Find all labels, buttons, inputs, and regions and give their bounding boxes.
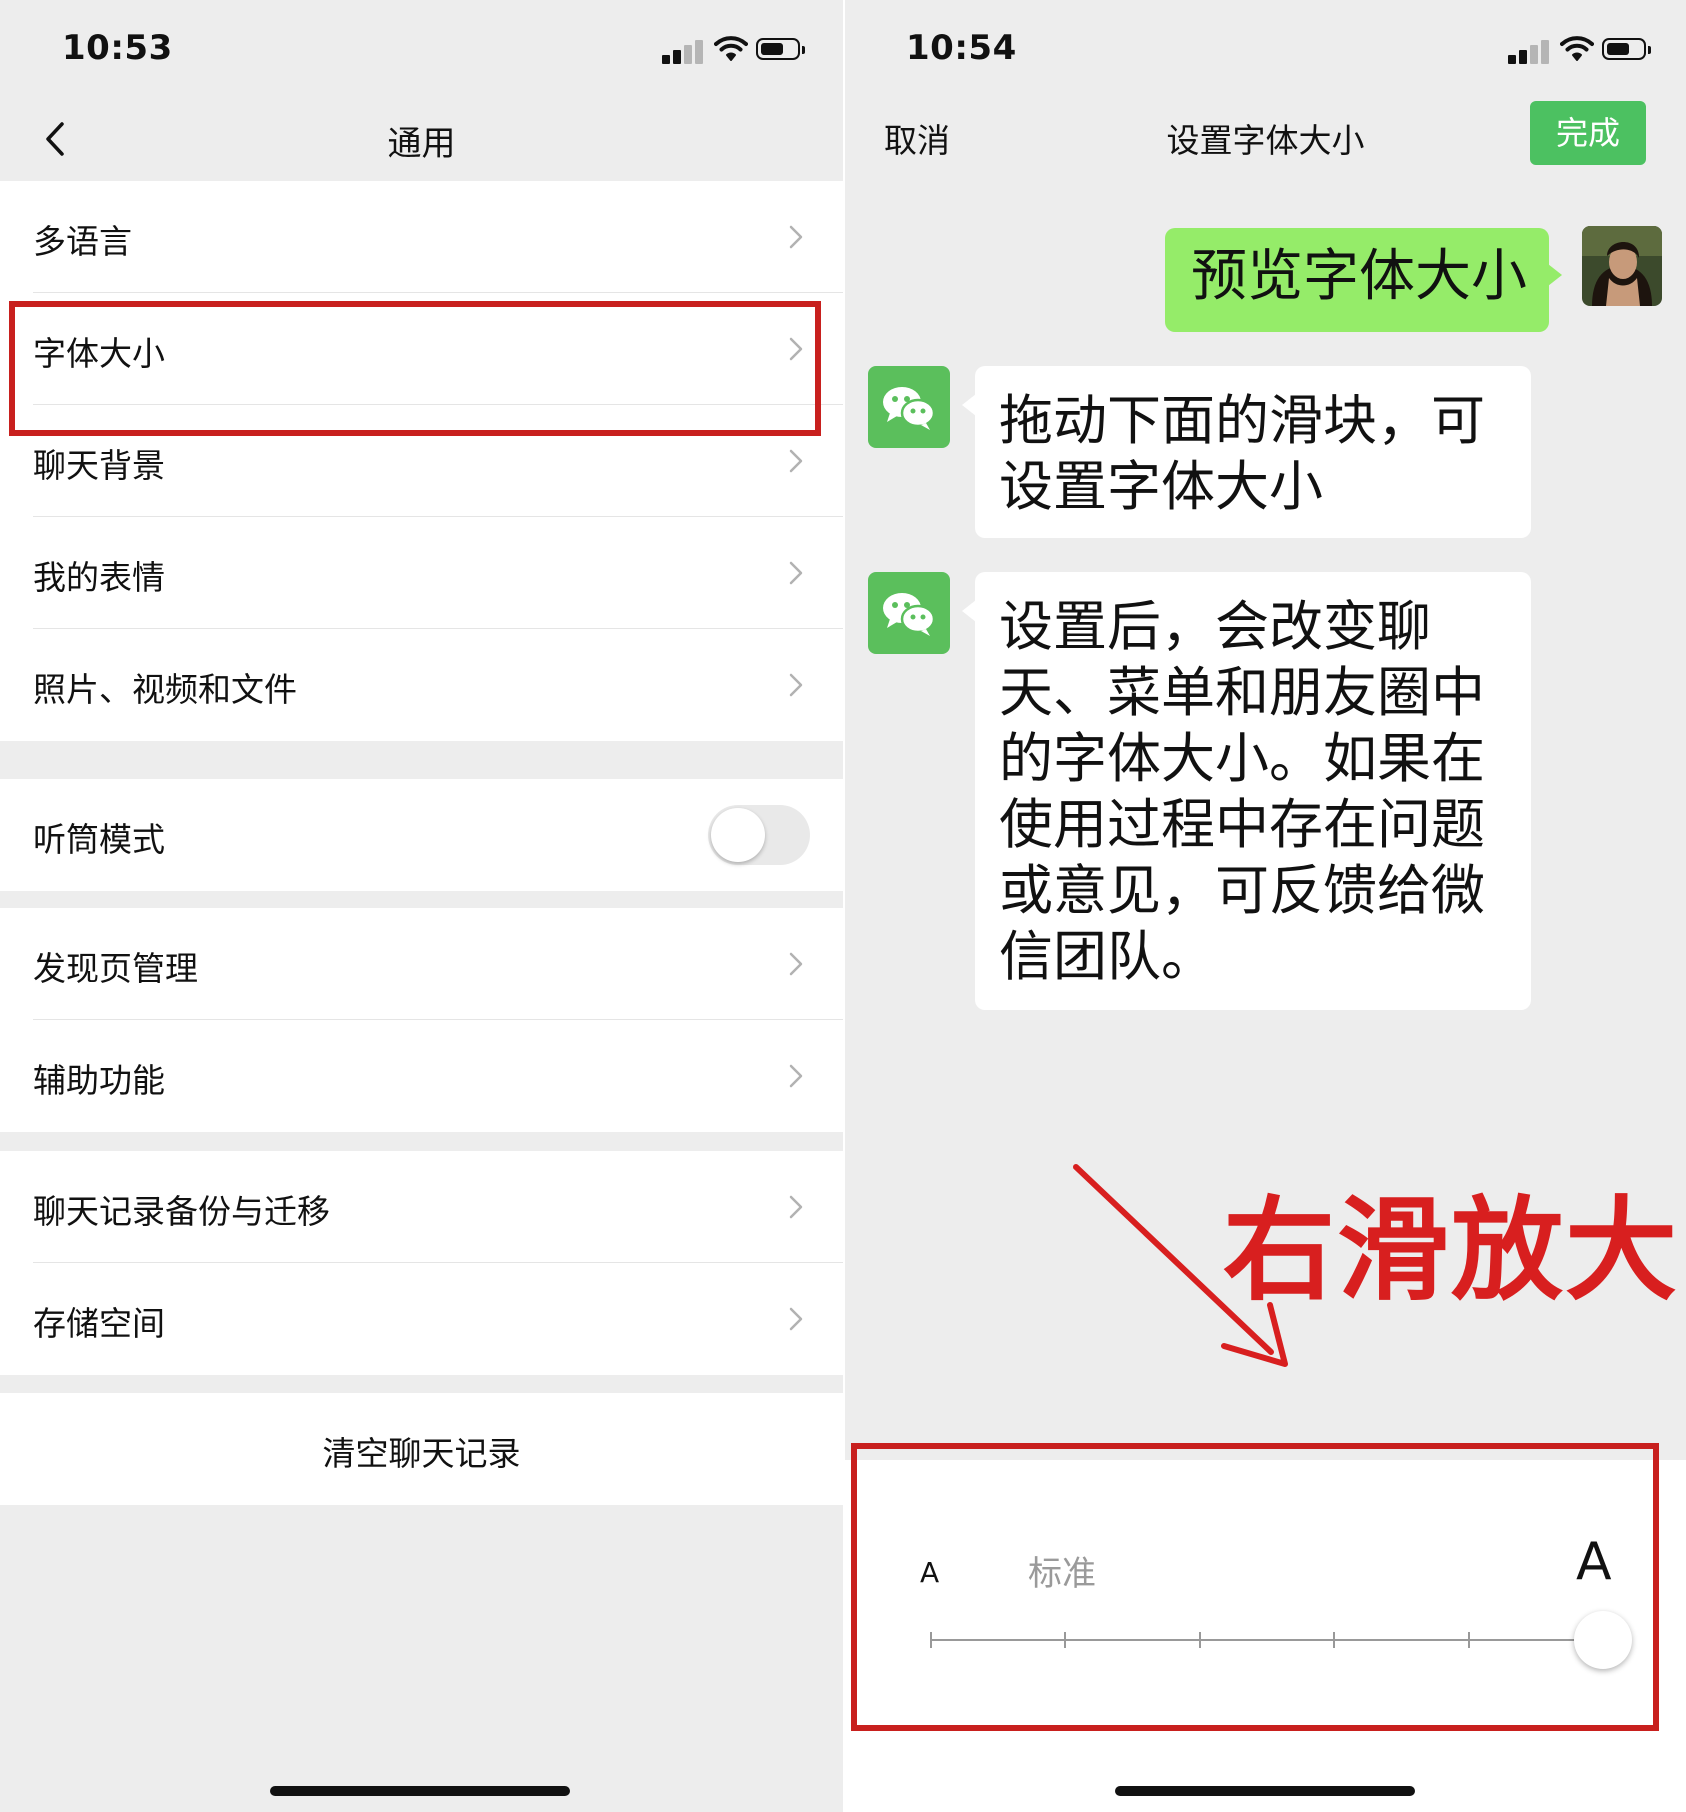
wifi-icon <box>1560 36 1594 61</box>
settings-group-earpiece: 听筒模式 <box>0 779 843 891</box>
wechat-logo-icon <box>883 387 936 430</box>
small-font-label: A <box>920 1556 940 1589</box>
clear-chat-history-button[interactable]: 清空聊天记录 <box>0 1393 843 1505</box>
settings-group-storage: 聊天记录备份与迁移 存储空间 <box>0 1151 843 1375</box>
settings-item-label: 发现页管理 <box>33 949 198 988</box>
settings-item-photos-videos-files[interactable]: 照片、视频和文件 <box>0 629 843 741</box>
bubble-tail <box>1548 264 1562 286</box>
battery-nub <box>802 46 805 54</box>
settings-item-label: 多语言 <box>33 222 132 261</box>
chevron-right-icon <box>789 673 803 697</box>
signal-bar <box>1519 50 1527 64</box>
settings-item-label: 存储空间 <box>33 1304 165 1343</box>
bubble-tail <box>962 600 976 622</box>
font-size-slider-panel: A 标准 A <box>845 1460 1686 1740</box>
clear-chat-history-label: 清空聊天记录 <box>322 1434 521 1473</box>
settings-item-language[interactable]: 多语言 <box>0 181 843 293</box>
signal-icon <box>662 55 670 64</box>
swipe-right-annotation: 右滑放大 <box>1223 1186 1679 1316</box>
toggle-knob <box>711 808 765 862</box>
settings-item-label: 字体大小 <box>33 334 165 373</box>
done-button[interactable]: 完成 <box>1530 101 1646 165</box>
instruction-message-bubble: 拖动下面的滑块，可设置字体大小 <box>962 366 1531 538</box>
settings-item-label: 聊天记录备份与迁移 <box>33 1192 330 1231</box>
chevron-right-icon <box>789 561 803 585</box>
battery-level <box>1607 43 1629 55</box>
slider-tick <box>930 1632 932 1648</box>
status-time: 10:54 <box>906 28 1017 68</box>
status-icons <box>662 36 812 64</box>
battery-level <box>761 43 783 55</box>
font-size-settings-screen: 10:54 取消 设置字体大小 完成 预览字体大小 拖动下面的滑块，可设置字体大… <box>845 0 1686 1812</box>
signal-bar <box>673 50 681 64</box>
slider-tick <box>1198 1632 1201 1648</box>
wechat-bot-avatar <box>868 572 950 654</box>
slider-tick <box>1467 1632 1470 1648</box>
slider-tick <box>1064 1632 1067 1648</box>
battery-icon <box>1602 38 1651 60</box>
status-bar: 10:54 <box>845 0 1686 100</box>
instruction-message-text: 拖动下面的滑块，可设置字体大小 <box>999 389 1485 518</box>
home-indicator <box>270 1786 570 1796</box>
settings-item-accessibility[interactable]: 辅助功能 <box>0 1020 843 1132</box>
general-settings-screen: 10:53 通用 多语言 字体大小 聊天背景 我的表情 照片、视频和文件 听筒模… <box>0 0 843 1812</box>
status-icons <box>1508 36 1658 64</box>
settings-item-chat-backup[interactable]: 聊天记录备份与迁移 <box>0 1151 843 1263</box>
settings-group-discover: 发现页管理 辅助功能 <box>0 908 843 1132</box>
chevron-right-icon <box>789 449 803 473</box>
wechat-logo-icon <box>883 593 936 636</box>
preview-message-bubble: 预览字体大小 <box>1165 228 1562 332</box>
large-font-label: A <box>1576 1532 1612 1592</box>
settings-item-chat-background[interactable]: 聊天背景 <box>0 405 843 517</box>
settings-item-font-size[interactable]: 字体大小 <box>0 293 843 405</box>
settings-group-display: 多语言 字体大小 聊天背景 我的表情 照片、视频和文件 <box>0 181 843 741</box>
bottom-area <box>845 1740 1686 1812</box>
settings-item-earpiece-mode: 听筒模式 <box>0 779 843 891</box>
home-indicator <box>1115 1786 1415 1796</box>
settings-item-label: 听筒模式 <box>33 820 165 859</box>
settings-item-label: 我的表情 <box>33 558 165 597</box>
chevron-right-icon <box>789 337 803 361</box>
chevron-right-icon <box>789 952 803 976</box>
earpiece-mode-toggle[interactable] <box>708 805 810 865</box>
page-title: 通用 <box>387 124 456 164</box>
bubble-tail <box>962 394 976 416</box>
preview-message-text: 预览字体大小 <box>1191 244 1527 309</box>
info-message-text: 设置后，会改变聊天、菜单和朋友圈中的字体大小。如果在使用过程中存在问题或意见，可… <box>999 595 1485 988</box>
slider-tick <box>1333 1632 1336 1648</box>
settings-item-label: 聊天背景 <box>33 446 165 485</box>
wechat-bot-avatar <box>868 366 950 448</box>
chevron-right-icon <box>789 1064 803 1088</box>
signal-icon <box>1508 55 1516 64</box>
chevron-right-icon <box>789 1307 803 1331</box>
signal-bar <box>695 40 703 64</box>
avatar <box>1582 226 1662 306</box>
chevron-right-icon <box>789 1195 803 1219</box>
nav-bar: 通用 <box>0 100 843 180</box>
wifi-icon <box>714 36 748 61</box>
battery-icon <box>756 38 805 60</box>
battery-nub <box>1648 46 1651 54</box>
settings-item-label: 辅助功能 <box>33 1061 165 1100</box>
signal-bar <box>1530 45 1538 64</box>
settings-item-label: 照片、视频和文件 <box>33 670 297 709</box>
signal-bar <box>684 45 692 64</box>
settings-group-clear: 清空聊天记录 <box>0 1393 843 1505</box>
signal-bar <box>1541 40 1549 64</box>
font-size-slider-thumb[interactable] <box>1574 1611 1632 1669</box>
info-message-bubble: 设置后，会改变聊天、菜单和朋友圈中的字体大小。如果在使用过程中存在问题或意见，可… <box>962 572 1531 1010</box>
settings-item-my-stickers[interactable]: 我的表情 <box>0 517 843 629</box>
font-size-slider-track[interactable] <box>931 1639 1603 1641</box>
status-time: 10:53 <box>62 28 173 68</box>
avatar-photo-icon <box>1582 226 1662 306</box>
chevron-right-icon <box>789 225 803 249</box>
settings-item-storage[interactable]: 存储空间 <box>0 1263 843 1375</box>
standard-label: 标准 <box>1028 1554 1096 1594</box>
status-bar: 10:53 <box>0 0 843 100</box>
settings-item-discover-management[interactable]: 发现页管理 <box>0 908 843 1020</box>
